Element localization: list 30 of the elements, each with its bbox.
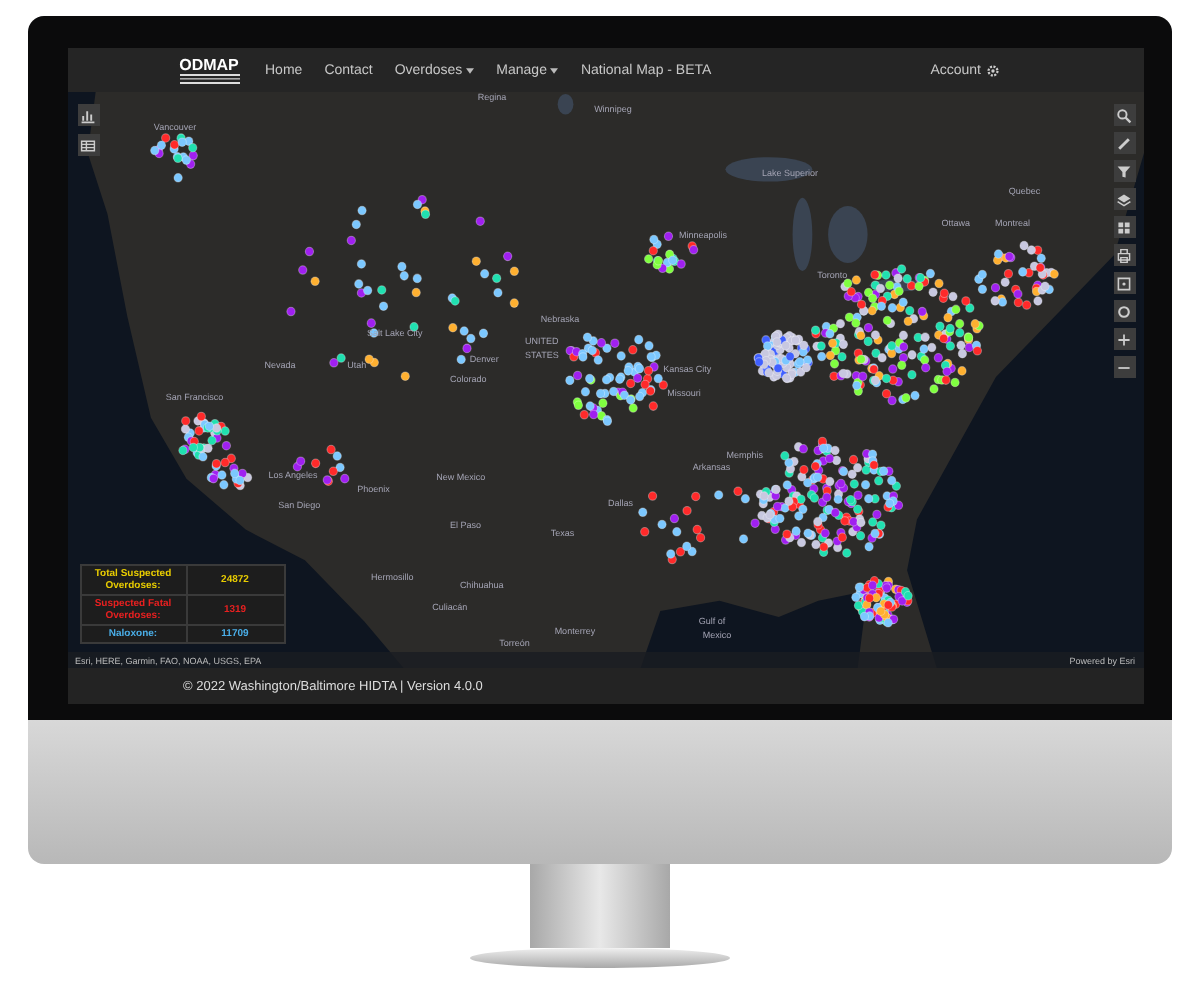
caret-icon bbox=[466, 67, 475, 73]
print-button[interactable] bbox=[1113, 244, 1135, 266]
filter-icon bbox=[1116, 163, 1132, 179]
logo-underline-icon bbox=[179, 73, 239, 83]
circle-icon bbox=[1116, 303, 1132, 319]
filter-button[interactable] bbox=[1113, 160, 1135, 182]
grid-icon bbox=[1116, 219, 1132, 235]
draw-button[interactable] bbox=[1113, 132, 1135, 154]
chart-button[interactable] bbox=[77, 104, 99, 126]
layers-button[interactable] bbox=[1113, 188, 1135, 210]
layers-icon bbox=[1116, 191, 1132, 207]
search-icon bbox=[1116, 107, 1132, 123]
extent-button[interactable] bbox=[1113, 272, 1135, 294]
printer-icon bbox=[1116, 247, 1132, 263]
bar-chart-icon bbox=[80, 107, 96, 123]
zoom-in-button[interactable] bbox=[1113, 328, 1135, 350]
search-button[interactable] bbox=[1113, 104, 1135, 126]
frame-icon bbox=[1116, 275, 1132, 291]
zoom-out-button[interactable] bbox=[1113, 356, 1135, 378]
plus-icon bbox=[1116, 331, 1132, 347]
table-button[interactable] bbox=[77, 134, 99, 156]
table-icon bbox=[80, 137, 96, 153]
locate-button[interactable] bbox=[1113, 300, 1135, 322]
monitor-stand bbox=[529, 864, 669, 948]
caret-icon bbox=[550, 67, 559, 73]
logo-text: ODMAP bbox=[179, 57, 239, 73]
odmap-logo[interactable]: ODMAP bbox=[179, 57, 239, 83]
pencil-icon bbox=[1116, 135, 1132, 151]
basemap-button[interactable] bbox=[1113, 216, 1135, 238]
gear-icon bbox=[985, 63, 999, 77]
